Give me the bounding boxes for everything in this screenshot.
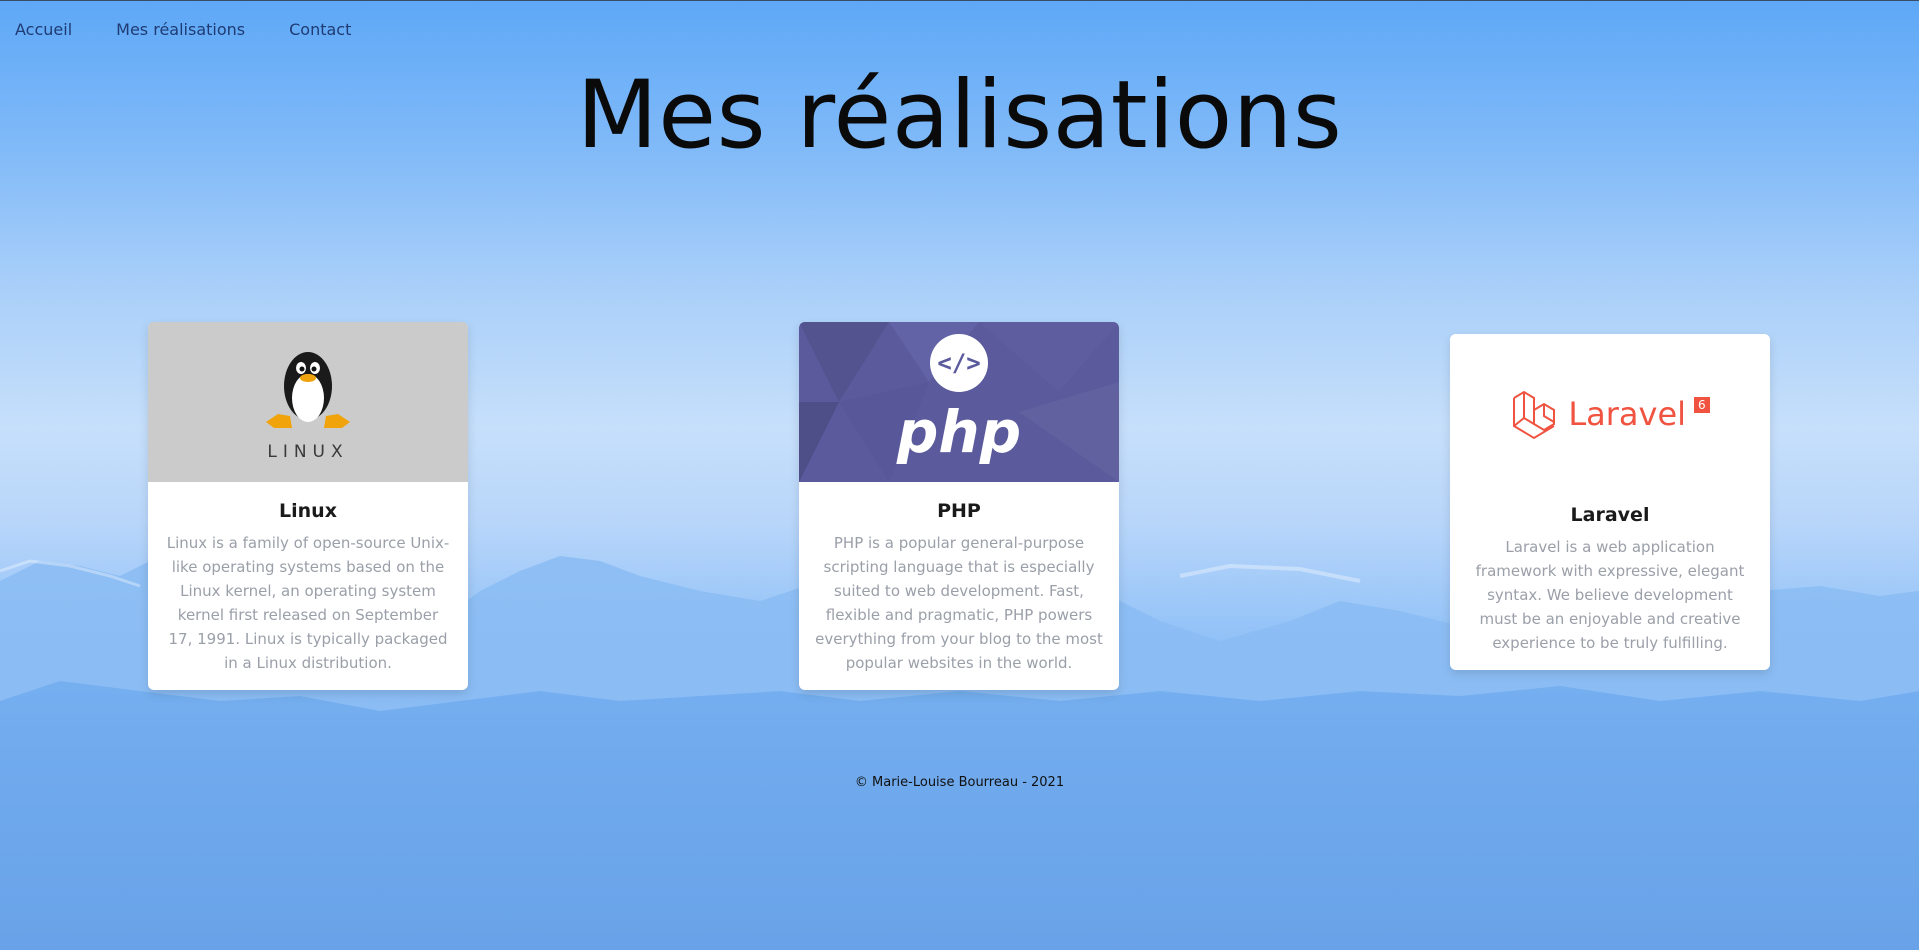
code-icon: </> [930, 334, 988, 392]
laravel-logo: Laravel 6 [1450, 334, 1770, 504]
nav-item-mes-realisations[interactable]: Mes réalisations [116, 20, 245, 39]
card-title: PHP [937, 500, 981, 522]
card-description: Laravel is a web application framework w… [1475, 538, 1745, 652]
linux-logo: LINUX [148, 322, 468, 482]
card-title: Laravel [1570, 504, 1650, 526]
footer-copyright: © Marie-Louise Bourreau - 2021 [854, 775, 1065, 790]
linux-logo-text: LINUX [267, 442, 349, 462]
card-php[interactable]: </> php PHP PHP is a popular general-pur… [799, 322, 1119, 690]
php-logo-text: php [896, 398, 1022, 466]
laravel-cube-icon [1513, 390, 1556, 440]
top-nav: Accueil Mes réalisations Contact [15, 20, 351, 39]
card-laravel[interactable]: Laravel 6 Laravel Laravel is a web appli… [1450, 334, 1770, 670]
php-logo: </> php [799, 322, 1119, 482]
page-title: Mes réalisations [576, 61, 1343, 170]
card-title: Linux [279, 500, 337, 522]
nav-item-accueil[interactable]: Accueil [15, 20, 72, 39]
laravel-version-badge: 6 [1694, 397, 1710, 413]
laravel-logo-text: Laravel [1568, 395, 1687, 433]
nav-item-contact[interactable]: Contact [289, 20, 351, 39]
card-description: Linux is a family of open-source Unix-li… [166, 534, 450, 672]
card-description: PHP is a popular general-purpose scripti… [815, 534, 1103, 672]
card-linux[interactable]: LINUX Linux Linux is a family of open-so… [148, 322, 468, 690]
